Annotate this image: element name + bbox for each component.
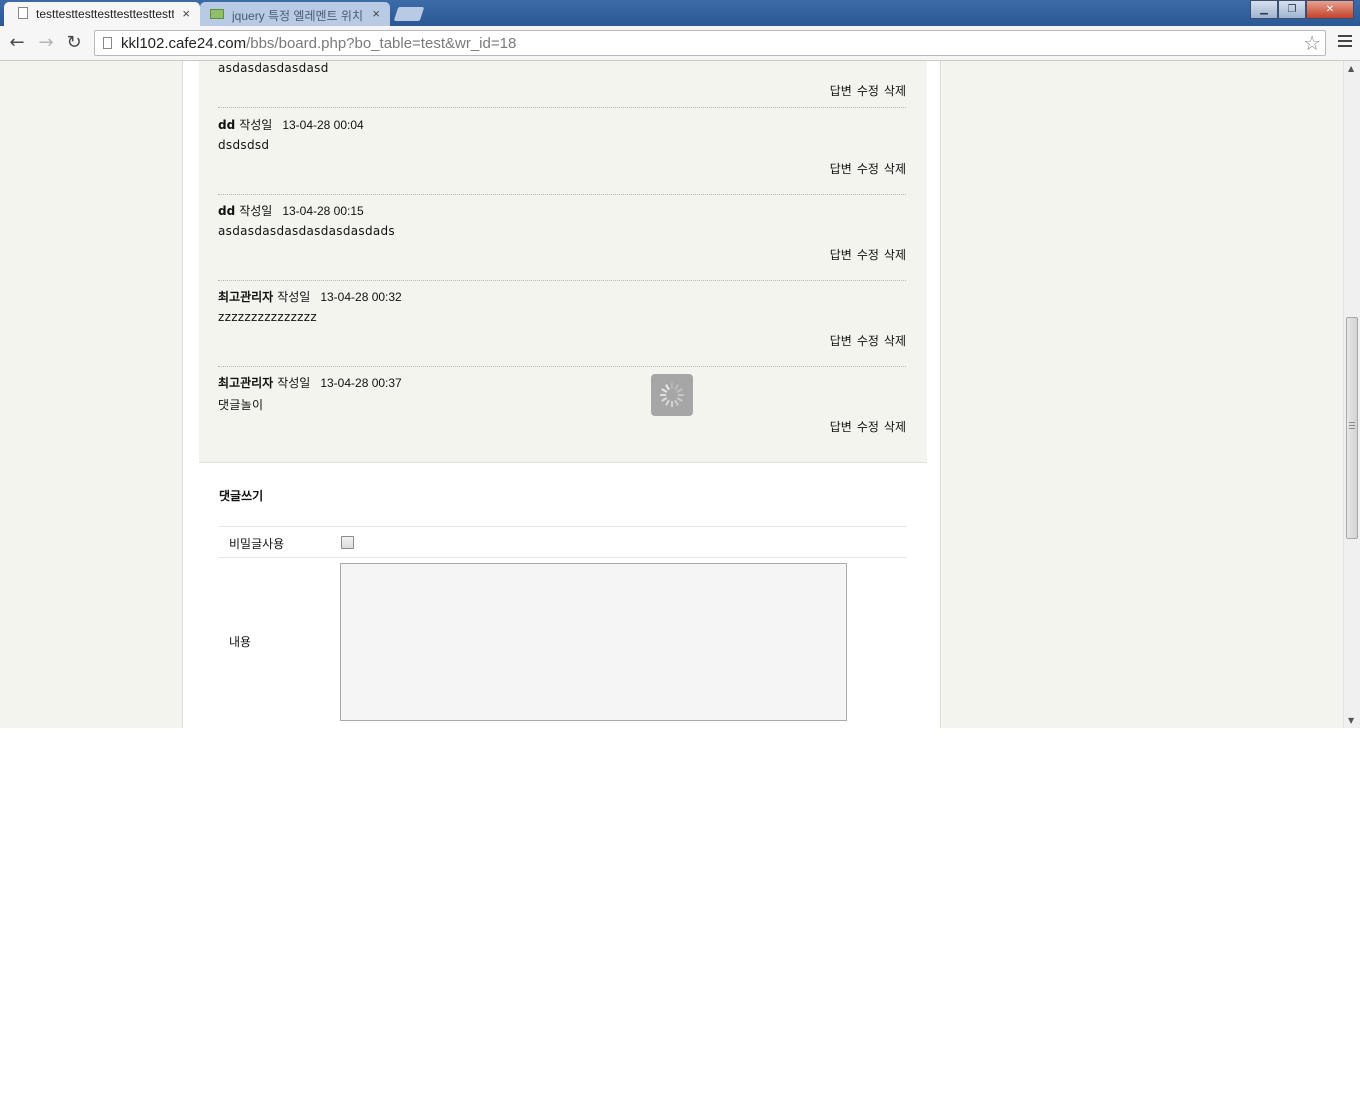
url-host: kkl102.cafe24.com [121,35,247,52]
comment-actions: 답변 수정 삭제 [825,332,906,349]
edit-link[interactable]: 수정 [857,162,879,176]
url-text[interactable]: kkl102.cafe24.com/bbs/board.php?bo_table… [121,35,516,52]
comment-author: dd [218,118,236,132]
url-path: /bbs/board.php?bo_table=test&wr_id=18 [246,35,517,52]
secret-label: 비밀글사용 [229,537,285,551]
comment-date: 13-04-28 00:15 [282,204,364,218]
browser-toolbar: ← → ↻ kkl102.cafe24.com/bbs/board.php?bo… [0,26,1360,61]
comment-form-title: 댓글쓰기 [219,489,264,503]
comment-date-label: 작성일 [277,290,311,304]
comment-body: dsdsdsd [218,138,270,152]
minimize-button[interactable]: ▁ [1250,0,1278,19]
content-label: 내용 [229,635,252,649]
reply-link[interactable]: 답변 [830,162,852,176]
close-icon[interactable]: × [182,6,190,21]
reply-link[interactable]: 답변 [830,334,852,348]
comment-date-label: 작성일 [277,376,311,390]
menu-icon[interactable] [1338,33,1352,50]
comment-body: asdasdasdasdasd [218,61,329,75]
comment-item: 최고관리자 작성일 13-04-28 00:37 댓글놀이 답변 수정 삭제 [218,366,906,452]
page-viewport: asdasdasdasdasd 답변 수정 삭제 dd 작성일 13-04-28 00:… [0,61,1360,728]
content-row: 내용 [219,557,907,728]
comment-date: 13-04-28 00:04 [282,118,364,132]
comment-meta: 최고관리자 작성일 13-04-28 00:32 [218,288,402,305]
blog-favicon-icon [210,9,224,19]
delete-link[interactable]: 삭제 [884,334,906,348]
edit-link[interactable]: 수정 [857,420,879,434]
comment-meta: dd 작성일 13-04-28 00:04 [218,116,364,133]
comment-meta: 최고관리자 작성일 13-04-28 00:37 [218,374,402,391]
comment-author: 최고관리자 [218,376,274,390]
comment-body: 댓글놀이 [218,398,264,412]
spinner-tick [671,383,673,389]
spinner-tick [671,401,673,407]
tab-title: jquery 특정 엘레멘트 위치 [232,9,364,23]
address-bar[interactable]: kkl102.cafe24.com/bbs/board.php?bo_table… [94,30,1326,56]
edit-link[interactable]: 수정 [857,334,879,348]
vertical-scrollbar[interactable]: ▲ ▼ [1343,61,1360,728]
comment-date-label: 작성일 [239,118,273,132]
comment-actions: 답변 수정 삭제 [825,160,906,177]
spinner-tick [676,388,683,393]
secret-checkbox[interactable] [341,536,354,549]
spinner-tick [676,397,683,402]
browser-titlebar: testtesttesttesttesttesttesttest × jquer… [0,0,1360,26]
reply-link[interactable]: 답변 [830,420,852,434]
comment-author: dd [218,204,236,218]
spinner-tick [665,399,670,406]
spinner-tick [674,399,679,406]
reload-button[interactable]: ↻ [63,32,85,54]
comment-textarea[interactable] [340,563,847,721]
spinner-tick [660,394,666,396]
comment-item: dd 작성일 13-04-28 00:15 asdasdasdasdasdasdas… [218,194,906,281]
secret-row: 비밀글사용 [219,526,907,558]
comment-actions: 답변 수정 삭제 [825,82,906,99]
spinner-tick [678,394,684,396]
tab-active[interactable]: testtesttesttesttesttesttesttest × [4,2,200,26]
star-icon[interactable]: ☆ [1303,31,1321,55]
window-close-button[interactable]: ✕ [1306,0,1354,19]
close-icon[interactable]: × [372,6,380,21]
comment-date: 13-04-28 00:32 [320,290,402,304]
comment-date-label: 작성일 [239,204,273,218]
page-icon [103,37,112,49]
delete-link[interactable]: 삭제 [884,162,906,176]
reply-link[interactable]: 답변 [830,248,852,262]
comment-meta: dd 작성일 13-04-28 00:15 [218,202,364,219]
comment-body: asdasdasdasdasdasdasdads [218,224,395,238]
comment-list: asdasdasdasdasd 답변 수정 삭제 dd 작성일 13-04-28 00:… [199,61,927,463]
scroll-down-arrow[interactable]: ▼ [1348,716,1354,725]
tab-inactive[interactable]: jquery 특정 엘레멘트 위치 × [200,2,390,26]
loading-spinner-icon [651,374,693,416]
delete-link[interactable]: 삭제 [884,248,906,262]
comment-author: 최고관리자 [218,290,274,304]
delete-link[interactable]: 삭제 [884,420,906,434]
edit-link[interactable]: 수정 [857,248,879,262]
maximize-button[interactable]: ❐ [1278,0,1306,19]
tab-title: testtesttesttesttesttesttesttest [36,7,174,21]
content-column: asdasdasdasdasd 답변 수정 삭제 dd 작성일 13-04-28 00:… [182,61,941,728]
window-controls: ▁ ❐ ✕ [1250,0,1354,19]
page-icon [18,7,28,19]
comment-item: dd 작성일 13-04-28 00:04 dsdsdsd 답변 수정 삭제 [218,108,906,195]
new-tab-button[interactable] [393,7,425,21]
edit-link[interactable]: 수정 [857,84,879,98]
comment-date: 13-04-28 00:37 [320,376,402,390]
back-button[interactable]: ← [6,32,28,54]
scroll-up-arrow[interactable]: ▲ [1348,64,1354,73]
comment-actions: 답변 수정 삭제 [825,418,906,435]
scrollbar-thumb[interactable] [1346,317,1358,539]
forward-button[interactable]: → [35,32,57,54]
comment-body: zzzzzzzzzzzzzzz [218,310,317,324]
comment-actions: 답변 수정 삭제 [825,246,906,263]
reply-link[interactable]: 답변 [830,84,852,98]
comment-item: asdasdasdasdasd 답변 수정 삭제 [218,61,906,108]
delete-link[interactable]: 삭제 [884,84,906,98]
comment-item: 최고관리자 작성일 13-04-28 00:32 zzzzzzzzzzzzzzz 답… [218,280,906,367]
